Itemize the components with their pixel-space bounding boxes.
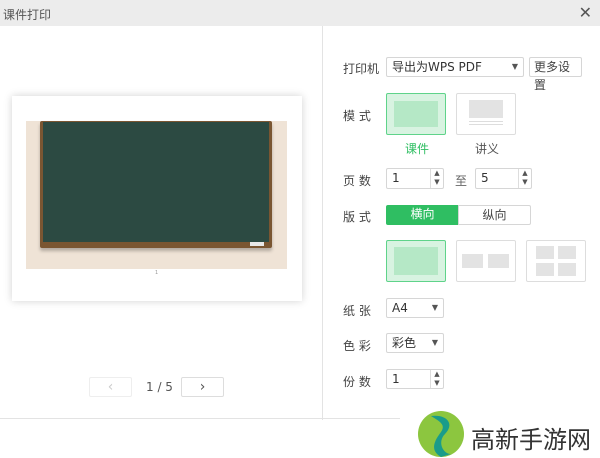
close-icon[interactable]: ✕ <box>579 3 592 22</box>
handout-layout-icon <box>469 100 503 118</box>
slide-layout-icon <box>394 101 438 127</box>
printer-label: 打印机 <box>343 62 380 76</box>
paper-select[interactable]: A4 ▼ <box>386 298 444 318</box>
layout-icon <box>394 247 438 275</box>
page-from-input[interactable]: 1 ▲ ▼ <box>386 168 444 189</box>
layout-icon <box>536 246 554 259</box>
mode-handout-card[interactable] <box>456 93 516 135</box>
prev-page-button[interactable]: ‹ <box>89 377 132 397</box>
divider <box>322 26 323 420</box>
chevron-down-icon: ▼ <box>431 303 438 312</box>
layout-2-per-page[interactable] <box>456 240 516 282</box>
page-to-value: 5 <box>481 171 489 185</box>
next-page-button[interactable]: › <box>181 377 224 397</box>
mode-handout-label: 讲义 <box>475 142 500 156</box>
tab-portrait[interactable]: 纵向 <box>458 205 531 225</box>
page-indicator: 1 / 5 <box>146 380 173 394</box>
copies-input[interactable]: 1 ▲ ▼ <box>386 369 444 389</box>
more-settings-button[interactable]: 更多设置 <box>529 57 582 92</box>
chalk-image <box>250 242 264 246</box>
color-value: 彩色 <box>392 336 417 350</box>
preview-page-number: 1 <box>155 270 159 276</box>
chevron-down-icon: ▼ <box>511 62 518 71</box>
color-select[interactable]: 彩色 ▼ <box>386 333 444 353</box>
paper-label: 纸 张 <box>343 304 371 318</box>
tab-landscape[interactable]: 横向 <box>386 205 459 225</box>
chevron-down-icon: ▼ <box>431 338 438 347</box>
blackboard-image <box>43 122 269 242</box>
copies-value: 1 <box>392 372 400 386</box>
divider <box>0 418 400 419</box>
printer-value: 导出为WPS PDF <box>392 60 482 74</box>
layout-1-per-page[interactable] <box>386 240 446 282</box>
stepper-icon[interactable]: ▲ ▼ <box>430 370 443 388</box>
mode-label: 模 式 <box>343 109 371 123</box>
layout-icon <box>462 254 483 268</box>
layout-4-per-page[interactable] <box>526 240 586 282</box>
color-label: 色 彩 <box>343 339 371 353</box>
printer-select[interactable]: 导出为WPS PDF ▼ <box>386 57 524 77</box>
dialog-title: 课件打印 <box>3 8 52 22</box>
mode-courseware-card[interactable] <box>386 93 446 135</box>
page-to-input[interactable]: 5 ▲ ▼ <box>475 168 532 189</box>
pages-label: 页 数 <box>343 174 371 188</box>
orientation-label: 版 式 <box>343 210 371 224</box>
watermark-logo-icon <box>418 411 464 457</box>
paper-value: A4 <box>392 301 408 315</box>
title-bar <box>0 0 600 26</box>
watermark: 高新手游网 <box>405 410 600 458</box>
stepper-icon[interactable]: ▲ ▼ <box>430 169 443 188</box>
page-from-value: 1 <box>392 171 400 185</box>
stepper-icon[interactable]: ▲ ▼ <box>518 169 531 188</box>
watermark-text: 高新手游网 <box>471 426 591 454</box>
copies-label: 份 数 <box>343 375 371 389</box>
mode-courseware-label: 课件 <box>405 142 430 156</box>
to-label: 至 <box>455 174 468 188</box>
